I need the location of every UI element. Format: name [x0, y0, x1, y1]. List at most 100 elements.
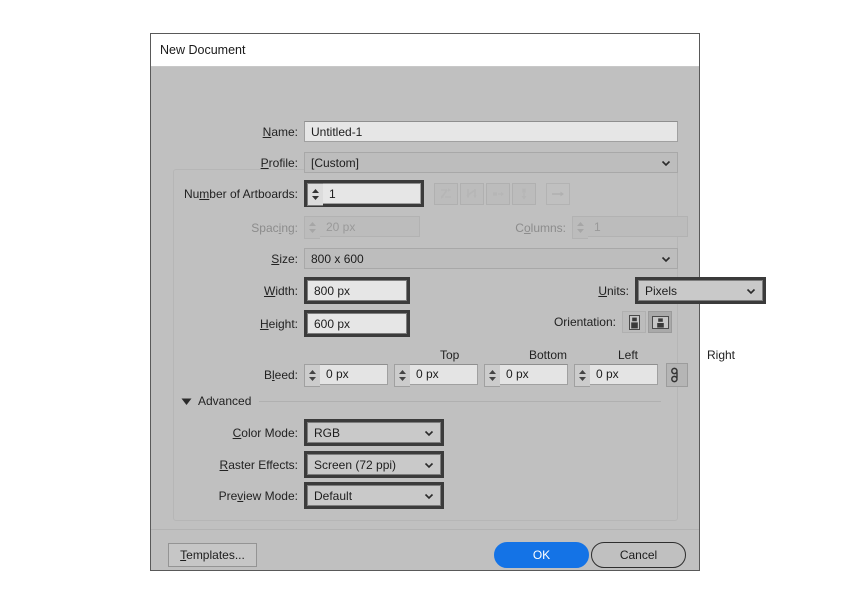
raster-effects-focus-ring: Screen (72 ppi) [304, 451, 444, 478]
bleed-bottom-value: 0 px [416, 367, 439, 381]
chevron-down-icon [423, 459, 435, 471]
stepper-up-down-icon [572, 216, 588, 239]
advanced-disclosure[interactable]: Advanced [181, 394, 661, 408]
units-select-value: Pixels [645, 284, 677, 298]
artboards-input-value: 1 [329, 187, 336, 201]
stepper-up-down-icon[interactable] [394, 364, 410, 387]
bleed-top-input[interactable]: 0 px [320, 364, 388, 385]
arrange-by-row-icon[interactable] [486, 183, 510, 205]
dialog-title: New Document [160, 43, 245, 57]
chevron-down-icon [660, 253, 672, 265]
size-label: Size: [173, 252, 304, 266]
color-mode-select[interactable]: RGB [307, 422, 441, 443]
columns-input-value: 1 [594, 220, 601, 234]
height-input-value: 600 px [314, 317, 350, 331]
orientation-row: Orientation: [491, 311, 674, 333]
advanced-label: Advanced [198, 394, 251, 408]
profile-row: Profile: [Custom] [173, 152, 678, 173]
raster-effects-label: Raster Effects: [173, 458, 304, 472]
bleed-left-label: Left [618, 348, 638, 362]
advanced-rule [259, 401, 661, 402]
chevron-down-icon [423, 427, 435, 439]
units-select[interactable]: Pixels [638, 280, 763, 301]
height-label: Height: [173, 317, 304, 331]
stepper-up-down-icon [304, 216, 320, 239]
stepper-up-down-icon[interactable] [574, 364, 590, 387]
grid-by-column-icon[interactable] [460, 183, 484, 205]
bleed-row: Bleed: 0 px [173, 363, 690, 387]
bleed-right-input[interactable]: 0 px [590, 364, 658, 385]
portrait-icon[interactable] [622, 311, 646, 333]
artboard-arrangement-buttons [434, 183, 572, 205]
bleed-left-input[interactable]: 0 px [500, 364, 568, 385]
artboards-row: Number of Artboards: 1 [173, 180, 678, 207]
units-focus-ring: Pixels [635, 277, 766, 304]
cancel-button[interactable]: Cancel [591, 542, 686, 568]
columns-row: Columns: 1 [496, 216, 688, 239]
new-document-dialog: New Document Name: Untitled-1 Profile: [… [150, 33, 700, 571]
spacing-input: 20 px [320, 216, 420, 237]
raster-effects-select-value: Screen (72 ppi) [314, 458, 396, 472]
artboards-stepper-input[interactable]: 1 [307, 183, 421, 206]
width-input[interactable]: 800 px [307, 280, 407, 301]
width-focus-ring: 800 px [304, 277, 410, 304]
grid-by-row-icon[interactable] [434, 183, 458, 205]
spacing-input-value: 20 px [326, 220, 355, 234]
stepper-up-down-icon[interactable] [307, 183, 323, 206]
name-input[interactable]: Untitled-1 [304, 121, 678, 142]
width-label: Width: [173, 284, 304, 298]
profile-label: Profile: [173, 156, 304, 170]
units-label: Units: [581, 284, 635, 298]
columns-label: Columns: [496, 221, 572, 235]
stepper-up-down-icon[interactable] [484, 364, 500, 387]
bleed-top-stepper-input[interactable]: 0 px [304, 364, 388, 387]
color-mode-focus-ring: RGB [304, 419, 444, 446]
landscape-icon[interactable] [648, 311, 672, 333]
name-row: Name: Untitled-1 [173, 121, 678, 142]
artboards-input[interactable]: 1 [323, 183, 421, 204]
arrange-by-column-icon[interactable] [512, 183, 536, 205]
triangle-down-icon [181, 397, 192, 406]
height-focus-ring: 600 px [304, 310, 410, 337]
spacing-label: Spacing: [173, 221, 304, 235]
bleed-top-label: Top [440, 348, 459, 362]
bleed-label: Bleed: [173, 368, 304, 382]
width-input-value: 800 px [314, 284, 350, 298]
preview-mode-select[interactable]: Default [307, 485, 441, 506]
bleed-right-label: Right [707, 348, 735, 362]
chevron-down-icon [745, 285, 757, 297]
cancel-button-label: Cancel [620, 548, 657, 562]
bleed-bottom-label: Bottom [529, 348, 567, 362]
color-mode-label: Color Mode: [173, 426, 304, 440]
dialog-titlebar: New Document [151, 34, 699, 67]
screen: New Document Name: Untitled-1 Profile: [… [0, 0, 850, 600]
right-to-left-layout-icon[interactable] [546, 183, 570, 205]
profile-select-value: [Custom] [311, 156, 359, 170]
chevron-down-icon [660, 157, 672, 169]
bleed-right-value: 0 px [596, 367, 619, 381]
preview-mode-row: Preview Mode: Default [173, 482, 444, 509]
profile-select[interactable]: [Custom] [304, 152, 678, 173]
stepper-up-down-icon[interactable] [304, 364, 320, 387]
color-mode-select-value: RGB [314, 426, 340, 440]
bleed-bottom-stepper-input[interactable]: 0 px [394, 364, 478, 387]
raster-effects-select[interactable]: Screen (72 ppi) [307, 454, 441, 475]
name-label: Name: [173, 125, 304, 139]
size-select-value: 800 x 600 [311, 252, 364, 266]
link-chain-icon[interactable] [666, 363, 688, 387]
preview-mode-focus-ring: Default [304, 482, 444, 509]
templates-button-label: Templates... [180, 548, 245, 562]
bleed-left-stepper-input[interactable]: 0 px [484, 364, 568, 387]
bleed-right-stepper-input[interactable]: 0 px [574, 364, 658, 387]
artboards-label: Number of Artboards: [173, 187, 304, 201]
ok-button[interactable]: OK [494, 542, 589, 568]
raster-effects-row: Raster Effects: Screen (72 ppi) [173, 451, 444, 478]
size-select[interactable]: 800 x 600 [304, 248, 678, 269]
artboards-focus-ring: 1 [304, 180, 424, 207]
footer-separator [151, 529, 699, 530]
height-input[interactable]: 600 px [307, 313, 407, 334]
size-row: Size: 800 x 600 [173, 248, 678, 269]
bleed-bottom-input[interactable]: 0 px [410, 364, 478, 385]
name-input-value: Untitled-1 [311, 125, 362, 139]
templates-button[interactable]: Templates... [168, 543, 257, 567]
